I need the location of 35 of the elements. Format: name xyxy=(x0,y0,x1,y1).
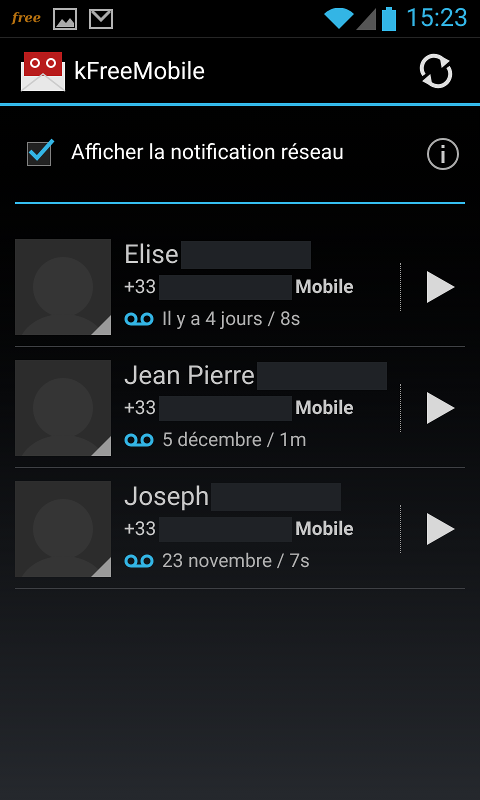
phone-prefix: +33 xyxy=(124,395,156,421)
contact-name: Elise xyxy=(124,240,179,270)
message-date-duration: 23 novembre / 7s xyxy=(162,548,310,574)
number-type: Mobile xyxy=(295,274,354,300)
play-icon xyxy=(426,512,456,546)
corner-triangle-icon xyxy=(91,556,111,576)
wifi-icon xyxy=(324,8,354,30)
phone-prefix: +33 xyxy=(124,274,156,300)
corner-triangle-icon xyxy=(91,314,111,334)
mail-icon xyxy=(88,8,113,28)
carrier-logo: free xyxy=(12,10,41,28)
info-button[interactable] xyxy=(427,138,459,170)
refresh-icon xyxy=(418,52,454,88)
setting-label: Afficher la notification réseau xyxy=(71,140,345,168)
envelope-logo-icon xyxy=(20,50,66,92)
contact-name: Jean Pierre xyxy=(124,361,255,391)
image-icon xyxy=(52,8,77,30)
voicemail-icon xyxy=(124,312,154,326)
play-icon xyxy=(426,390,456,424)
checkmark-icon xyxy=(27,137,55,163)
voicemail-icon xyxy=(124,554,154,568)
number-type: Mobile xyxy=(295,516,354,542)
phone-prefix: +33 xyxy=(124,516,156,542)
signal-icon xyxy=(356,8,376,30)
clock: 15:23 xyxy=(406,2,468,35)
contact-name: Joseph xyxy=(124,482,210,512)
message-date-duration: 5 décembre / 1m xyxy=(162,426,306,452)
play-icon xyxy=(426,270,456,304)
corner-triangle-icon xyxy=(91,436,111,456)
number-type: Mobile xyxy=(295,395,354,421)
battery-icon xyxy=(382,6,396,30)
message-date-duration: Il y a 4 jours / 8s xyxy=(162,306,300,332)
info-icon xyxy=(440,145,446,163)
voicemail-icon xyxy=(124,432,154,447)
app-title: kFreeMobile xyxy=(74,56,206,86)
